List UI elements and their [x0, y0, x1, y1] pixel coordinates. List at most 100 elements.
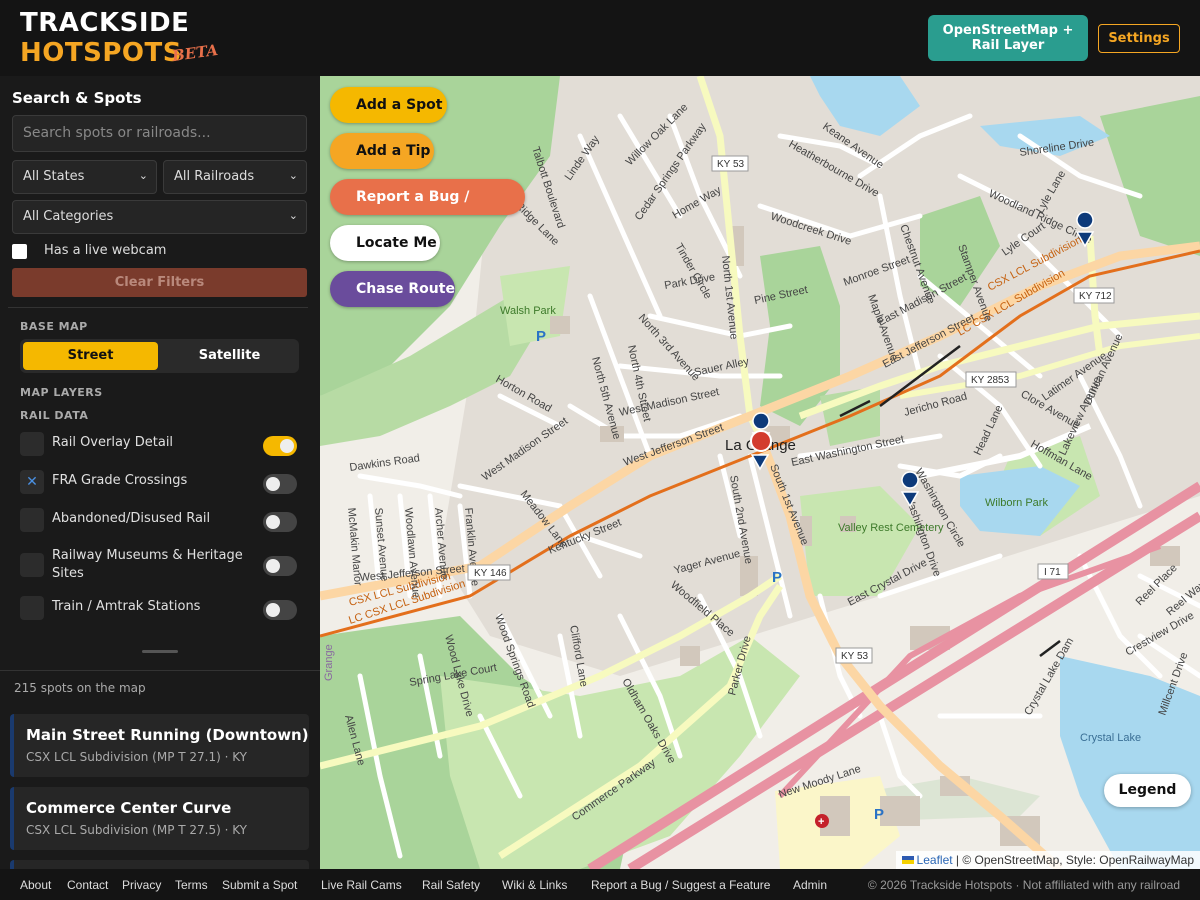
- footer-link-live-cams[interactable]: Live Rail Cams: [321, 878, 402, 892]
- railroad-select-value: All Railroads: [174, 169, 255, 184]
- street-option[interactable]: Street: [23, 342, 158, 370]
- webcam-label: Has a live webcam: [44, 243, 167, 258]
- layer-checkbox[interactable]: [20, 508, 44, 532]
- crystal-lake-label: Crystal Lake: [1080, 732, 1141, 744]
- spot-title: Commerce Center Curve: [26, 799, 232, 817]
- spot-title: Main Street Running (Downtown): [26, 726, 309, 744]
- map-canvas[interactable]: La Grange East Jefferson Street West Jef…: [320, 76, 1200, 869]
- layer-switch[interactable]: [263, 474, 297, 494]
- panel-resize-handle[interactable]: [142, 650, 178, 653]
- webcam-checkbox[interactable]: [12, 244, 27, 259]
- x-icon[interactable]: ✕: [20, 470, 44, 494]
- chevron-down-icon: ⌄: [288, 209, 298, 222]
- layer-checkbox[interactable]: [20, 596, 44, 620]
- divider: [0, 670, 320, 671]
- chevron-down-icon: ⌄: [288, 169, 298, 182]
- add-spot-button[interactable]: Add a Spot: [330, 87, 447, 123]
- footer-link-report-bug[interactable]: Report a Bug / Suggest a Feature: [591, 878, 770, 892]
- search-input[interactable]: Search spots or railroads...: [12, 115, 307, 152]
- ky2853-shield: KY 2853: [971, 375, 1010, 386]
- footer-link-contact[interactable]: Contact: [67, 878, 108, 892]
- ky53-shield-bottom: KY 53: [841, 651, 868, 662]
- switch-knob: [266, 603, 280, 617]
- chevron-down-icon: ⌄: [138, 169, 148, 182]
- category-select[interactable]: All Categories ⌄: [12, 200, 307, 234]
- layer-switch[interactable]: [263, 512, 297, 532]
- state-select[interactable]: All States ⌄: [12, 160, 157, 194]
- layer-label: Train / Amtrak Stations: [52, 599, 201, 614]
- spot-count: 215 spots on the map: [14, 681, 146, 695]
- chase-route-button[interactable]: Chase Route: [330, 271, 455, 307]
- ky712-shield: KY 712: [1079, 291, 1112, 302]
- base-map-toggle: Street Satellite: [20, 339, 299, 373]
- sidebar: Search & Spots Search spots or railroads…: [0, 76, 320, 880]
- layer-switch[interactable]: [263, 556, 297, 576]
- wilborn-label: Wilborn Park: [985, 497, 1048, 509]
- ky53-shield-top: KY 53: [717, 159, 744, 170]
- switch-knob: [266, 477, 280, 491]
- layer-checkbox[interactable]: [20, 432, 44, 456]
- parking-icon: P: [536, 328, 546, 345]
- i71-shield: I 71: [1044, 567, 1061, 578]
- spot-card[interactable]: Commerce Center Curve CSX LCL Subdivisio…: [10, 787, 309, 850]
- footer-link-admin[interactable]: Admin: [793, 878, 827, 892]
- grange-label: Grange: [323, 644, 335, 681]
- rail-data-label: RAIL DATA: [20, 409, 89, 422]
- divider: [8, 307, 308, 308]
- settings-button[interactable]: Settings: [1098, 24, 1180, 53]
- legend-button[interactable]: Legend: [1104, 774, 1191, 807]
- spot-subtitle: CSX LCL Subdivision (MP T 27.5) · KY: [26, 823, 248, 837]
- layer-row-abandoned[interactable]: Abandoned/Disused Rail: [20, 504, 300, 534]
- layer-switch[interactable]: [263, 600, 297, 620]
- railroad-select[interactable]: All Railroads ⌄: [163, 160, 307, 194]
- footer-link-privacy[interactable]: Privacy: [122, 878, 161, 892]
- footer-link-about[interactable]: About: [20, 878, 51, 892]
- footer-link-wiki[interactable]: Wiki & Links: [502, 878, 567, 892]
- layer-label: Rail Overlay Detail: [52, 435, 174, 450]
- walsh-label: Walsh Park: [500, 305, 556, 317]
- attribution-text: | © OpenStreetMap, Style: OpenRailwayMap: [955, 853, 1194, 867]
- footer-link-rail-safety[interactable]: Rail Safety: [422, 878, 480, 892]
- selected-spot-marker-icon: [750, 430, 772, 452]
- leaflet-link[interactable]: Leaflet: [917, 853, 953, 867]
- switch-knob: [266, 515, 280, 529]
- satellite-option[interactable]: Satellite: [162, 342, 297, 370]
- parking-icon: P: [772, 569, 782, 586]
- footer-link-terms[interactable]: Terms: [175, 878, 208, 892]
- layer-checkbox[interactable]: [20, 553, 44, 577]
- layer-row-museums[interactable]: Railway Museums & Heritage Sites: [20, 546, 300, 584]
- dawkins-label: Dawkins Road: [349, 452, 421, 474]
- report-bug-button[interactable]: Report a Bug / Feature: [330, 179, 525, 241]
- copyright: © 2026 Trackside Hotspots · Not affiliat…: [867, 878, 1180, 892]
- ky146-shield: KY 146: [474, 568, 507, 579]
- map-attribution: Leaflet | © OpenStreetMap, Style: OpenRa…: [895, 851, 1200, 869]
- base-map-label: BASE MAP: [20, 320, 88, 333]
- layer-row-fra-crossings[interactable]: ✕ FRA Grade Crossings: [20, 466, 300, 496]
- state-select-value: All States: [23, 169, 85, 184]
- layer-label: Abandoned/Disused Rail: [52, 511, 211, 526]
- logo-line-1[interactable]: TRACKSIDE: [20, 8, 189, 38]
- mcmakin-label: McMakin Manor: [345, 507, 364, 586]
- footer-link-submit-spot[interactable]: Submit a Spot: [222, 878, 297, 892]
- switch-knob: [280, 439, 294, 453]
- logo-line-2[interactable]: HOTSPOTS: [20, 38, 182, 68]
- layer-label: Railway Museums & Heritage Sites: [52, 548, 243, 581]
- water-body: [1060, 656, 1200, 869]
- sidebar-title: Search & Spots: [12, 89, 142, 107]
- add-tip-button[interactable]: Add a Tip: [330, 133, 434, 169]
- layer-label: FRA Grade Crossings: [52, 473, 188, 488]
- spot-card[interactable]: Main Street Running (Downtown) CSX LCL S…: [10, 714, 309, 777]
- clear-filters-button[interactable]: Clear Filters: [12, 268, 307, 297]
- map-layers-label: MAP LAYERS: [20, 386, 103, 399]
- base-layer-button[interactable]: OpenStreetMap + Rail Layer: [928, 15, 1088, 61]
- layer-row-stations[interactable]: Train / Amtrak Stations: [20, 592, 300, 622]
- locate-me-button[interactable]: Locate Me: [330, 225, 440, 261]
- parking-icon: P: [874, 806, 884, 823]
- layer-switch[interactable]: [263, 436, 297, 456]
- layer-row-rail-overlay[interactable]: Rail Overlay Detail: [20, 428, 300, 458]
- footer: About Contact Privacy Terms Submit a Spo…: [0, 869, 1200, 900]
- ukraine-flag-icon: [901, 856, 914, 864]
- hospital-icon: +: [818, 816, 824, 828]
- category-select-value: All Categories: [23, 209, 114, 224]
- app-header: TRACKSIDE HOTSPOTS BETA OpenStreetMap + …: [0, 0, 1200, 76]
